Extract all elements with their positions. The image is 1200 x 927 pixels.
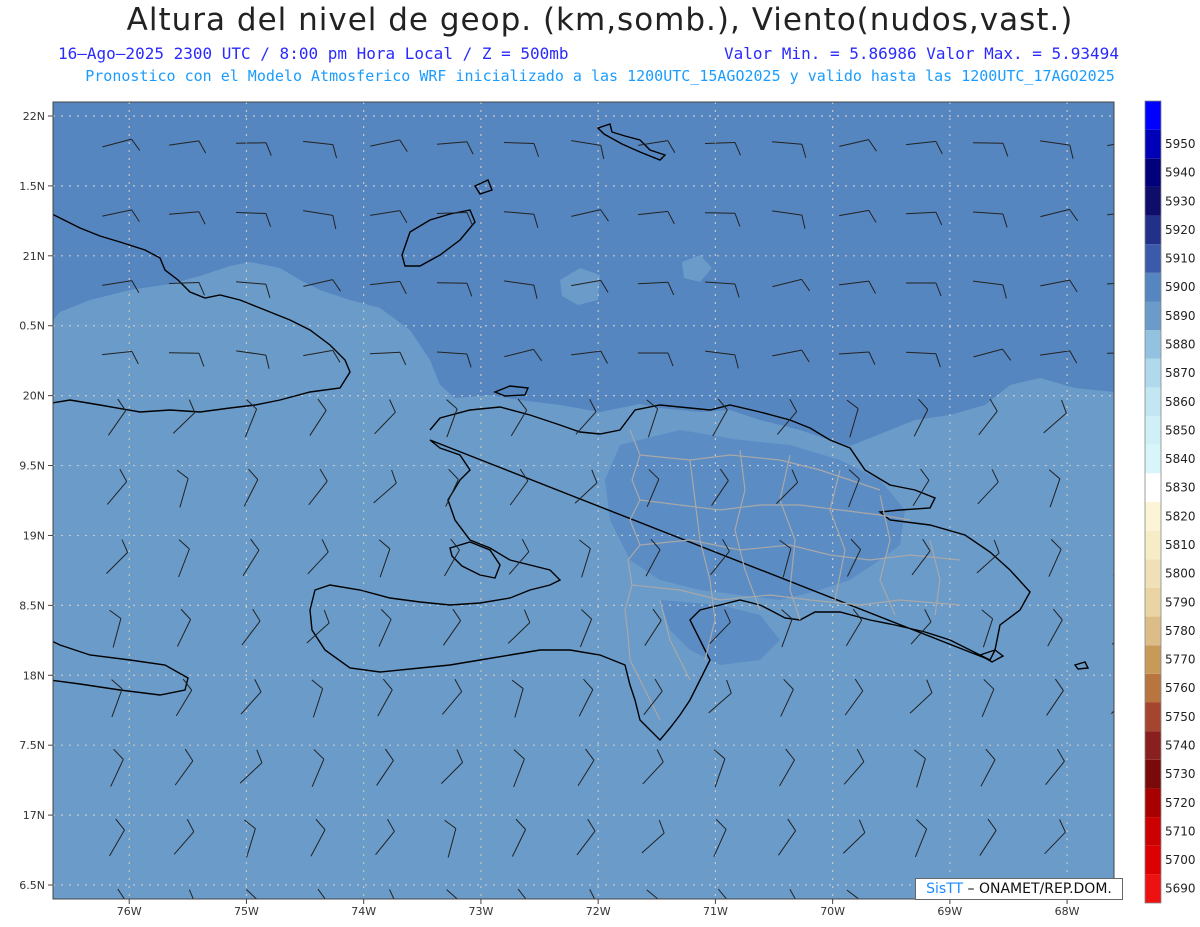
colorbar-label: 5830 xyxy=(1165,481,1196,495)
colorbar-label: 5800 xyxy=(1165,567,1196,581)
lat-tick-label: 17N xyxy=(23,809,45,822)
colorbar-label: 5850 xyxy=(1165,423,1196,437)
wind-barb xyxy=(1111,710,1114,714)
lat-tick-label: 22N xyxy=(23,110,45,123)
colorbar-label: 5810 xyxy=(1165,538,1196,552)
lat-tick-label: 19N xyxy=(23,529,45,542)
colorbar-segment xyxy=(1145,874,1161,903)
wind-barb xyxy=(1116,399,1129,436)
colorbar-label: 5910 xyxy=(1165,252,1196,266)
lat-tick-label: 20N xyxy=(23,390,45,403)
lon-tick-label: 70W xyxy=(820,905,845,918)
colorbar-label: 5880 xyxy=(1165,337,1196,351)
colorbar-label: 5700 xyxy=(1165,853,1196,867)
colorbar-segment xyxy=(1145,845,1161,875)
lat-tick-label: 8.5N xyxy=(19,599,45,612)
lon-tick-label: 74W xyxy=(351,905,376,918)
lat-tick-label: 18N xyxy=(23,669,45,682)
lon-tick-label: 71W xyxy=(703,905,728,918)
wind-barb xyxy=(1111,641,1114,645)
colorbar-label: 5900 xyxy=(1165,280,1196,294)
colorbar-segment xyxy=(1145,101,1161,130)
colorbar-segment xyxy=(1145,817,1161,846)
colorbar-segment xyxy=(1145,731,1161,760)
colorbar-label: 5870 xyxy=(1165,366,1196,380)
lon-tick-label: 72W xyxy=(586,905,611,918)
lat-tick-label: 7.5N xyxy=(19,739,45,752)
colorbar-segment xyxy=(1145,358,1161,388)
wind-barb xyxy=(1117,820,1128,857)
colorbar-label: 5780 xyxy=(1165,624,1196,638)
colorbar-segment xyxy=(1145,616,1161,646)
colorbar-label: 5840 xyxy=(1165,452,1196,466)
colorbar-label: 5770 xyxy=(1165,653,1196,667)
colorbar-label: 5890 xyxy=(1165,309,1196,323)
credit-box: SisTT – ONAMET/REP.DOM. xyxy=(915,878,1123,900)
colorbar-segment xyxy=(1145,272,1161,302)
lon-tick-label: 68W xyxy=(1055,905,1080,918)
colorbar-label: 5720 xyxy=(1165,796,1196,810)
colorbar-segment xyxy=(1145,244,1161,273)
colorbar-label: 5860 xyxy=(1165,395,1196,409)
colorbar-segment xyxy=(1145,387,1161,417)
colorbar-label: 5950 xyxy=(1165,137,1196,151)
colorbar-segment xyxy=(1145,759,1161,789)
colorbar-segment xyxy=(1145,301,1161,331)
lon-tick-label: 76W xyxy=(117,905,142,918)
lat-tick-label: 9.5N xyxy=(19,460,45,473)
colorbar-label: 5710 xyxy=(1165,824,1196,838)
colorbar-segment xyxy=(1145,788,1161,818)
colorbar-label: 5750 xyxy=(1165,710,1196,724)
colorbar: 5690 5700 5710 5720 5730 5740 5750 5760 5770 5780… xyxy=(1144,100,1196,904)
wind-barb xyxy=(1112,573,1114,576)
colorbar-segment xyxy=(1145,330,1161,359)
colorbar-segment xyxy=(1145,473,1161,502)
colorbar-label: 5930 xyxy=(1165,194,1196,208)
colorbar-label: 5690 xyxy=(1165,882,1196,896)
lat-tick-label: 1.5N xyxy=(19,180,45,193)
lat-tick-label: 21N xyxy=(23,250,45,263)
colorbar-segment xyxy=(1145,645,1161,674)
colorbar-segment xyxy=(1145,416,1161,445)
lon-tick-label: 75W xyxy=(234,905,259,918)
credit-org: – ONAMET/REP.DOM. xyxy=(963,881,1112,897)
colorbar-segment xyxy=(1145,702,1161,732)
colorbar-label: 5820 xyxy=(1165,509,1196,523)
colorbar-segment xyxy=(1145,673,1161,703)
lat-tick-label: 0.5N xyxy=(19,320,45,333)
lat-tick-label: 6.5N xyxy=(19,879,45,892)
colorbar-segment xyxy=(1145,559,1161,588)
colorbar-label: 5740 xyxy=(1165,738,1196,752)
colorbar-label: 5790 xyxy=(1165,595,1196,609)
colorbar-segment xyxy=(1145,129,1161,159)
colorbar-segment xyxy=(1145,587,1161,617)
sistt-logo: SisTT xyxy=(926,881,964,897)
colorbar-segment xyxy=(1145,444,1161,474)
colorbar-label: 5730 xyxy=(1165,767,1196,781)
weather-map: 76W 75W 74W 73W 72W 71W 70W 69W 68W 22N 1.5N 21N 0.5… xyxy=(19,100,1196,918)
colorbar-label: 5920 xyxy=(1165,223,1196,237)
colorbar-label: 5760 xyxy=(1165,681,1196,695)
wind-barb xyxy=(1115,469,1130,506)
colorbar-segment xyxy=(1145,502,1161,531)
lon-tick-label: 73W xyxy=(468,905,493,918)
colorbar-segment xyxy=(1145,215,1161,245)
colorbar-segment xyxy=(1145,158,1161,187)
colorbar-segment xyxy=(1145,530,1161,560)
wind-barb xyxy=(1115,750,1126,787)
colorbar-label: 5940 xyxy=(1165,166,1196,180)
lon-tick-label: 69W xyxy=(937,905,962,918)
colorbar-segment xyxy=(1145,186,1161,216)
